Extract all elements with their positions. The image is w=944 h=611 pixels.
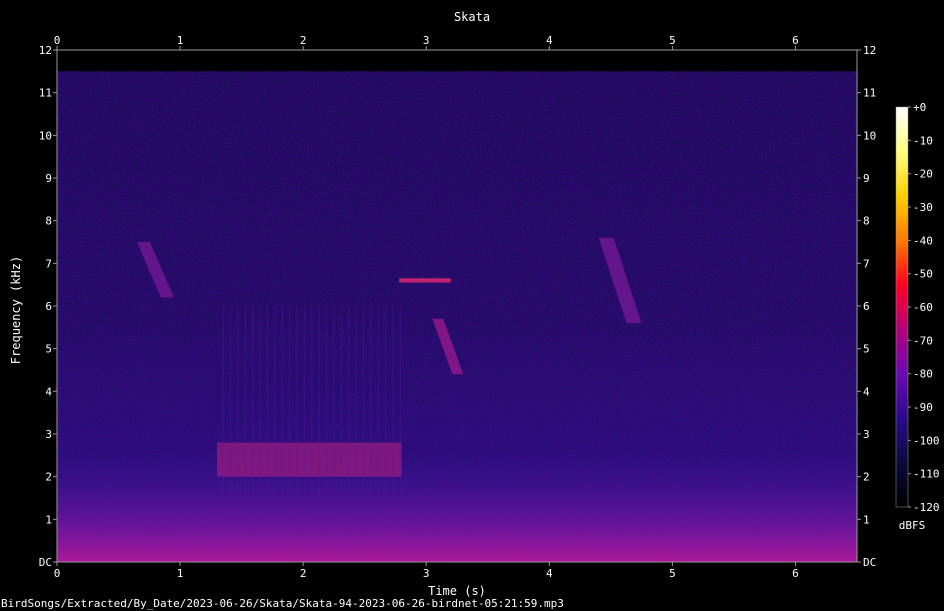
y-tick-label-right: 12 (863, 44, 876, 57)
y-tick-label: 3 (45, 428, 52, 441)
colorbar: +0 -10 -20 -30 -40 -50 -60 -70 -80 -90 -100 -110 -12… (895, 101, 940, 532)
y-tick-label-right: 8 (863, 215, 870, 228)
low-frequency-noise-band (57, 451, 857, 562)
x-tick-label: 0 (54, 567, 61, 580)
x-tick-label-top: 0 (54, 34, 61, 47)
colorbar-tick-label: -10 (913, 134, 933, 147)
colorbar-tick-label: -60 (913, 301, 933, 314)
spectrogram-plot (56, 49, 858, 563)
x-tick-label: 4 (546, 567, 553, 580)
colorbar-tick-label: -40 (913, 234, 933, 247)
colorbar-label: dBFS (899, 519, 926, 532)
x-tick-label-top: 5 (669, 34, 676, 47)
colorbar-tick-label: -20 (913, 168, 933, 181)
y-tick-label-right: 9 (863, 172, 870, 185)
y-tick-label: 7 (45, 257, 52, 270)
colorbar-tick-label: -50 (913, 268, 933, 281)
y-tick-label: DC (39, 556, 52, 569)
y-tick-label: 4 (45, 385, 52, 398)
y-tick-label-right: 6 (863, 300, 870, 313)
y-tick-label-right: 3 (863, 428, 870, 441)
y-tick-label-right: 1 (863, 513, 870, 526)
y-tick-label-right: 10 (863, 129, 876, 142)
colorbar-tick-label: -70 (913, 334, 933, 347)
colorbar-tick-label: -110 (913, 468, 940, 481)
x-tick-label: 2 (300, 567, 307, 580)
y-tick-label-right: 4 (863, 385, 870, 398)
y-tick-label: 10 (39, 129, 52, 142)
file-path: BirdSongs/Extracted/By_Date/2023-06-26/S… (1, 597, 564, 610)
x-axis-label: Time (s) (428, 584, 486, 598)
y-tick-label-right: 11 (863, 87, 876, 100)
y-tick-label: 2 (45, 471, 52, 484)
colorbar-tick-label: -80 (913, 368, 933, 381)
x-tick-label-top: 4 (546, 34, 553, 47)
x-tick-label: 1 (177, 567, 184, 580)
y-axis-label: Frequency (kHz) (9, 256, 23, 364)
colorbar-tick-label: -30 (913, 201, 933, 214)
chart-title: Skata (454, 10, 490, 24)
colorbar-tick-label: +0 (913, 101, 926, 114)
y-tick-label: 5 (45, 343, 52, 356)
x-tick-label-top: 1 (177, 34, 184, 47)
x-tick-label: 5 (669, 567, 676, 580)
x-tick-label-top: 6 (792, 34, 799, 47)
y-tick-label-right: DC (863, 556, 876, 569)
harmonic-mark (217, 442, 402, 477)
y-tick-label: 6 (45, 300, 52, 313)
y-tick-label-right: 7 (863, 257, 870, 270)
spectrogram-figure: 00112233445566DC DC1 12 23 34 45 56 67 78 89 910 10… (1, 10, 940, 610)
call-feature (399, 278, 451, 283)
x-tick-label: 6 (792, 567, 799, 580)
y-tick-label: 8 (45, 215, 52, 228)
y-tick-label: 9 (45, 172, 52, 185)
y-tick-label: 11 (39, 87, 52, 100)
y-tick-label: 12 (39, 44, 52, 57)
x-tick-label-top: 3 (423, 34, 430, 47)
tone-mark (399, 278, 451, 283)
y-tick-label-right: 2 (863, 471, 870, 484)
colorbar-tick-label: -90 (913, 401, 933, 414)
colorbar-ticks: +0 -10 -20 -30 -40 -50 -60 -70 -80 -90 -100 -110 -12… (908, 101, 940, 514)
x-tick-label: 3 (423, 567, 430, 580)
colorbar-tick-label: -100 (913, 434, 940, 447)
y-tick-label: 1 (45, 513, 52, 526)
colorbar-tick-label: -120 (913, 501, 940, 514)
x-tick-label-top: 2 (300, 34, 307, 47)
colorbar-gradient (895, 106, 909, 508)
y-tick-label-right: 5 (863, 343, 870, 356)
